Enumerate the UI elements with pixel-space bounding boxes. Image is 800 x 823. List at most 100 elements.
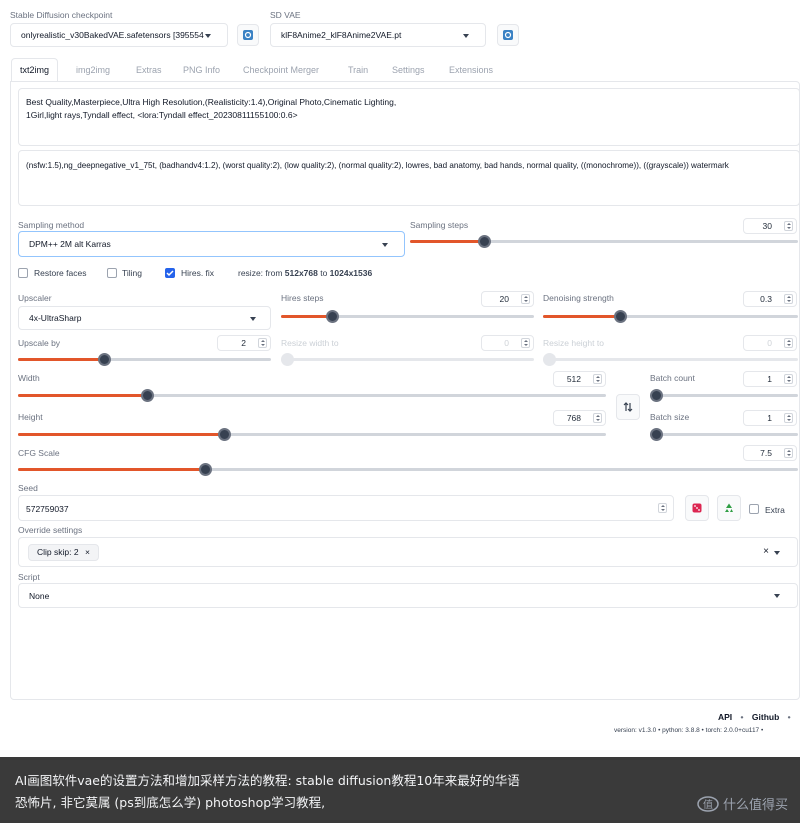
- resize-height-input[interactable]: 0: [743, 335, 797, 351]
- tab-png-info[interactable]: PNG Info: [183, 64, 220, 80]
- caption-bar: AI画图软件vae的设置方法和增加采样方法的教程: stable diffusi…: [0, 757, 800, 823]
- tab-txt2img[interactable]: txt2img: [11, 58, 59, 82]
- stepper-icon[interactable]: [784, 448, 793, 458]
- stepper-icon[interactable]: [784, 413, 793, 423]
- seed-value: 572759037: [26, 504, 69, 514]
- chip-close-icon[interactable]: ×: [85, 547, 90, 557]
- upscaler-label: Upscaler: [18, 293, 52, 303]
- tab-img2img[interactable]: img2img: [76, 64, 110, 80]
- batch-count-input[interactable]: 1: [743, 371, 797, 387]
- upscaler-dropdown[interactable]: 4x-UltraSharp: [18, 306, 271, 330]
- stepper-icon[interactable]: [521, 294, 530, 304]
- negative-prompt-textarea[interactable]: (nsfw:1.5),ng_deepnegative_v1_75t, (badh…: [18, 150, 800, 206]
- width-input[interactable]: 512: [553, 371, 606, 387]
- batch-size-slider[interactable]: [650, 428, 798, 441]
- restore-faces-label: Restore faces: [34, 268, 87, 278]
- refresh-vae-button[interactable]: [497, 24, 519, 46]
- checkmark-icon: [166, 270, 174, 277]
- script-label: Script: [18, 572, 40, 582]
- tab-extensions[interactable]: Extensions: [449, 64, 493, 80]
- resize-height-slider[interactable]: [543, 353, 798, 366]
- slider-handle[interactable]: [98, 353, 112, 366]
- resize-info: resize: from 512x768 to 1024x1536: [238, 268, 373, 278]
- width-label: Width: [18, 373, 40, 383]
- clear-icon[interactable]: ×: [763, 546, 769, 557]
- cfg-scale-slider[interactable]: [18, 463, 798, 476]
- slider-handle[interactable]: [650, 428, 663, 441]
- tab-settings[interactable]: Settings: [392, 64, 425, 80]
- stepper-icon[interactable]: [258, 338, 267, 348]
- seed-input[interactable]: 572759037: [18, 495, 674, 521]
- tab-checkpoint-merger[interactable]: Checkpoint Merger: [243, 64, 319, 80]
- script-dropdown[interactable]: None: [18, 583, 798, 608]
- slider-handle[interactable]: [325, 310, 339, 323]
- upscale-by-input[interactable]: 2: [217, 335, 271, 351]
- swap-arrows-icon: [623, 402, 633, 412]
- hires-fix-checkbox[interactable]: [165, 268, 175, 278]
- tiling-checkbox[interactable]: [107, 268, 117, 278]
- vae-dropdown[interactable]: klF8Anime2_klF8Anime2VAE.pt: [270, 23, 486, 47]
- refresh-icon: [243, 30, 253, 40]
- cfg-scale-input[interactable]: 7.5: [743, 445, 797, 461]
- batch-count-slider[interactable]: [650, 389, 798, 402]
- upscaler-value: 4x-UltraSharp: [29, 313, 82, 323]
- swap-dimensions-button[interactable]: [616, 394, 640, 420]
- chevron-down-icon: [250, 317, 256, 321]
- checkpoint-value: onlyrealistic_v30BakedVAE.safetensors [3…: [21, 30, 204, 40]
- slider-handle[interactable]: [217, 428, 231, 441]
- resize-width-slider[interactable]: [281, 353, 534, 366]
- stepper-icon[interactable]: [784, 294, 793, 304]
- override-chip-label: Clip skip: 2: [37, 547, 79, 557]
- sampling-steps-slider[interactable]: [410, 235, 798, 248]
- extra-seed-checkbox[interactable]: [749, 504, 759, 514]
- denoising-input[interactable]: 0.3: [743, 291, 797, 307]
- hires-steps-slider[interactable]: [281, 310, 534, 323]
- github-link[interactable]: Github: [752, 712, 779, 722]
- height-slider[interactable]: [18, 428, 606, 441]
- tab-extras[interactable]: Extras: [136, 64, 162, 80]
- chevron-down-icon[interactable]: [774, 551, 780, 555]
- restore-faces-checkbox[interactable]: [18, 268, 28, 278]
- stepper-icon[interactable]: [658, 503, 667, 513]
- sampling-method-dropdown[interactable]: DPM++ 2M alt Karras: [18, 231, 405, 257]
- stepper-icon[interactable]: [593, 413, 602, 423]
- negative-prompt-text: (nsfw:1.5),ng_deepnegative_v1_75t, (badh…: [26, 161, 729, 170]
- refresh-icon: [503, 30, 513, 40]
- tiling-label: Tiling: [122, 268, 142, 278]
- prompt-line-1: Best Quality,Masterpiece,Ultra High Reso…: [26, 97, 397, 107]
- refresh-checkpoint-button[interactable]: [237, 24, 259, 46]
- hires-steps-input[interactable]: 20: [481, 291, 534, 307]
- random-seed-button[interactable]: [685, 495, 709, 521]
- sampling-method-label: Sampling method: [18, 220, 85, 230]
- slider-handle[interactable]: [650, 389, 663, 402]
- stepper-icon[interactable]: [784, 338, 793, 348]
- stepper-icon[interactable]: [593, 374, 602, 384]
- api-link[interactable]: API: [718, 712, 732, 722]
- stepper-icon[interactable]: [784, 374, 793, 384]
- version-info: version: v1.3.0 • python: 3.8.8 • torch:…: [614, 727, 764, 734]
- upscale-by-label: Upscale by: [18, 338, 61, 348]
- upscale-by-slider[interactable]: [18, 353, 271, 366]
- width-slider[interactable]: [18, 389, 606, 402]
- resize-width-input[interactable]: 0: [481, 335, 534, 351]
- slider-handle[interactable]: [281, 353, 294, 366]
- prompt-textarea[interactable]: Best Quality,Masterpiece,Ultra High Reso…: [18, 88, 800, 146]
- resize-width-label: Resize width to: [281, 338, 339, 348]
- height-input[interactable]: 768: [553, 410, 606, 426]
- slider-handle[interactable]: [477, 235, 491, 248]
- checkpoint-dropdown[interactable]: onlyrealistic_v30BakedVAE.safetensors [3…: [10, 23, 228, 47]
- denoising-label: Denoising strength: [543, 293, 614, 303]
- stepper-icon[interactable]: [784, 221, 793, 231]
- reuse-seed-button[interactable]: [717, 495, 741, 521]
- sampling-steps-input[interactable]: 30: [743, 218, 797, 234]
- slider-handle[interactable]: [613, 310, 627, 323]
- slider-handle[interactable]: [543, 353, 556, 366]
- chevron-down-icon: [774, 594, 780, 598]
- batch-size-label: Batch size: [650, 412, 690, 422]
- resize-height-label: Resize height to: [543, 338, 604, 348]
- stepper-icon[interactable]: [521, 338, 530, 348]
- batch-size-input[interactable]: 1: [743, 410, 797, 426]
- tab-train[interactable]: Train: [348, 64, 368, 80]
- denoising-slider[interactable]: [543, 310, 798, 323]
- override-settings-field[interactable]: Clip skip: 2 × ×: [18, 537, 798, 567]
